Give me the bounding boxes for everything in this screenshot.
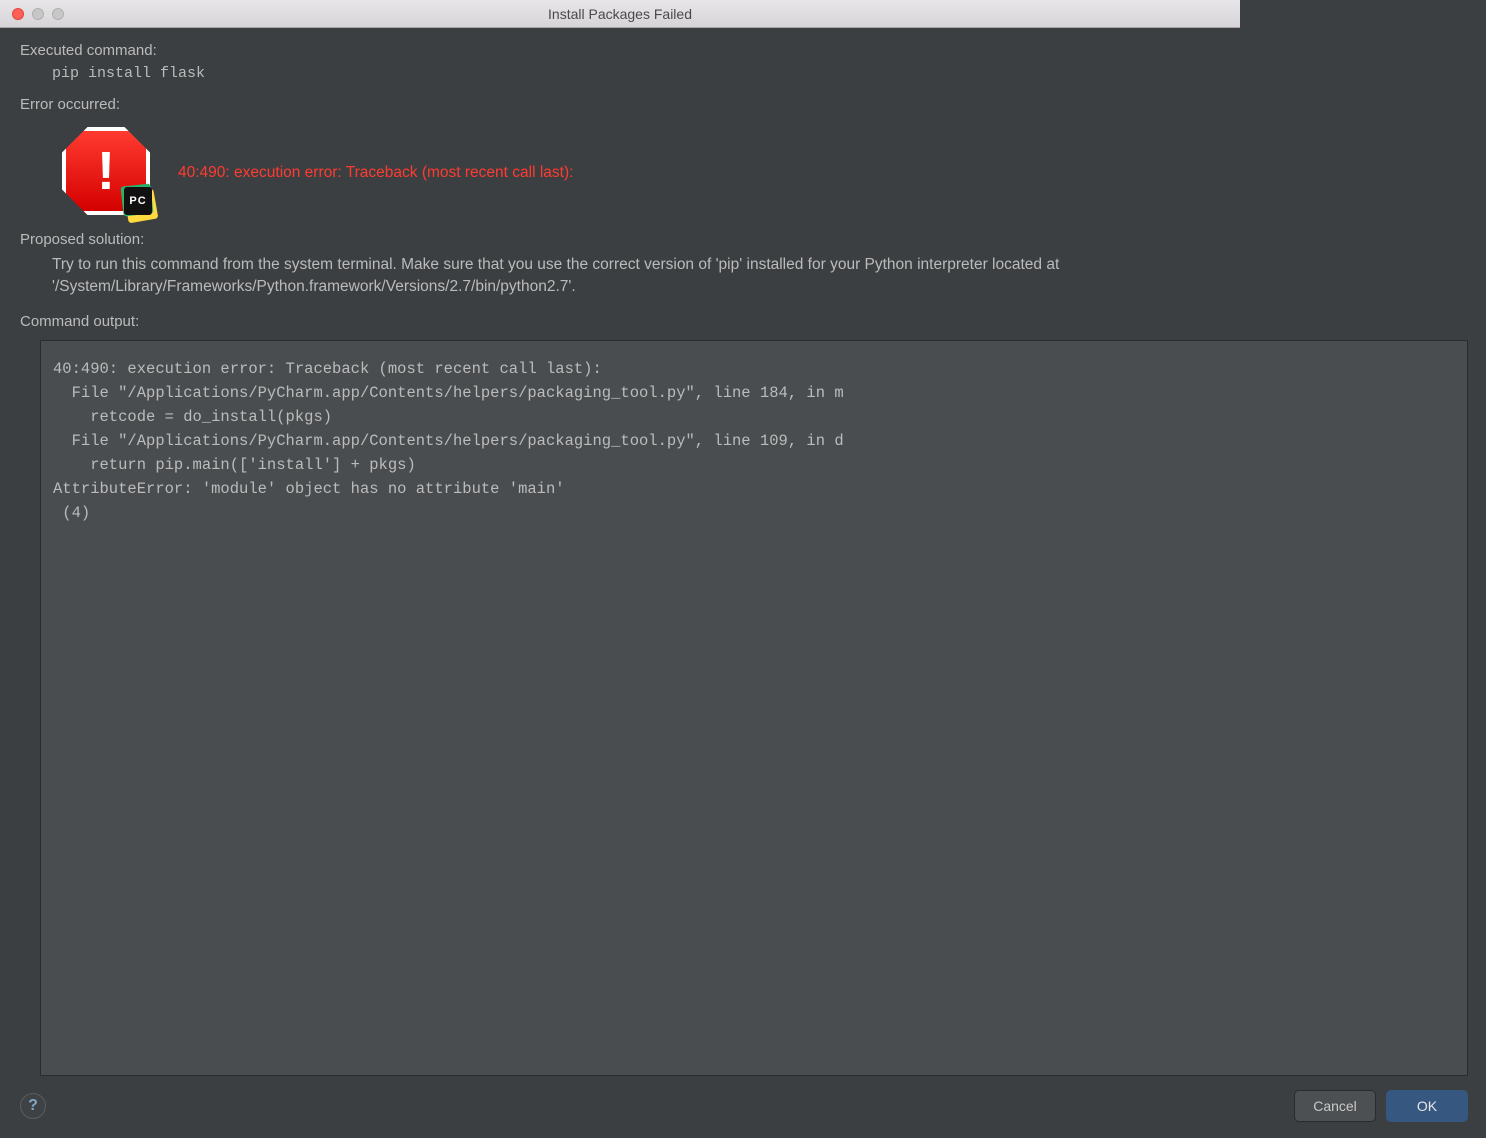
stop-icon-glyph: !: [97, 140, 115, 202]
ok-button[interactable]: OK: [1386, 1090, 1468, 1122]
error-occurred-label: Error occurred:: [20, 96, 1468, 113]
pycharm-badge-text: PC: [129, 195, 146, 207]
proposed-solution-text: Try to run this command from the system …: [20, 254, 1468, 299]
help-icon: ?: [28, 1097, 38, 1115]
pycharm-icon: PC: [122, 185, 162, 225]
executed-command-label: Executed command:: [20, 42, 1468, 59]
cancel-button[interactable]: Cancel: [1294, 1090, 1376, 1122]
proposed-solution-label: Proposed solution:: [20, 231, 1468, 248]
help-button[interactable]: ?: [20, 1093, 46, 1119]
executed-command-value: pip install flask: [20, 65, 1468, 82]
title-bar: Install Packages Failed: [0, 0, 1240, 28]
error-message: 40:490: execution error: Traceback (most…: [178, 164, 573, 182]
command-output[interactable]: 40:490: execution error: Traceback (most…: [40, 340, 1468, 1076]
error-icon: ! PC: [62, 127, 154, 219]
window-title: Install Packages Failed: [0, 6, 1240, 22]
command-output-label: Command output:: [20, 313, 1468, 330]
dialog-content: Executed command: pip install flask Erro…: [0, 28, 1486, 1138]
dialog-footer: ? Cancel OK: [20, 1076, 1468, 1122]
error-block: ! PC 40:490: execution error: Traceback …: [62, 127, 1468, 219]
